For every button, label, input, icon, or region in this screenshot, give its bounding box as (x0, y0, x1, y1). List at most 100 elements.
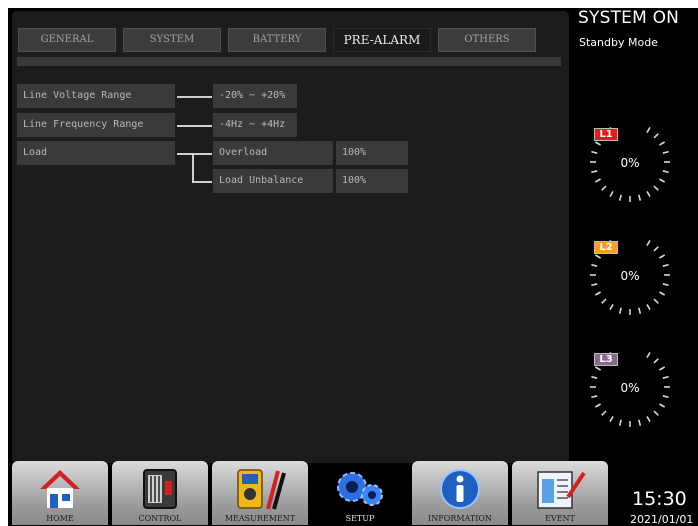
load-unbalance-value[interactable]: 100% (336, 169, 408, 193)
nav-event-label: EVENT (545, 514, 575, 523)
gauge-tick (653, 133, 659, 139)
gauge-tick (618, 194, 622, 201)
gauge-tick (659, 291, 666, 296)
overload-label: Overload (213, 141, 333, 165)
gauge-tick (594, 178, 601, 183)
gauge-tick (659, 254, 666, 259)
gauge-tick (662, 395, 669, 399)
gauge-tick (662, 150, 669, 154)
nav-event-button[interactable]: EVENT (512, 461, 608, 525)
nav-information-label: INFORMATION (428, 514, 492, 523)
load-unbalance-label: Load Unbalance (213, 169, 333, 193)
gauge-l1-badge: L1 (594, 128, 618, 141)
gauge-tick (653, 358, 659, 364)
nav-control-label: CONTROL (138, 514, 182, 523)
connector-line (192, 181, 212, 183)
clock-time: 15:30 (632, 488, 687, 510)
tab-battery[interactable]: BATTERY (228, 28, 326, 52)
gauge-tick (594, 403, 601, 408)
gauge-tick (662, 283, 669, 287)
gauge-tick (646, 191, 651, 198)
line-frequency-range-value[interactable]: -4Hz ~ +4Hz (213, 113, 297, 137)
gauge-tick (662, 170, 669, 174)
ups-screen: GENERAL SYSTEM BATTERY PRE-ALARM OTHERS … (8, 8, 698, 526)
house-icon (40, 470, 80, 508)
nav-home-label: HOME (46, 514, 74, 523)
gauge-tick (609, 304, 614, 311)
gauge-tick (646, 416, 651, 423)
gauge-tick (594, 291, 601, 296)
gauge-tick (594, 366, 601, 371)
gauge-tick (601, 185, 607, 191)
gauge-tick (659, 366, 666, 371)
overload-value[interactable]: 100% (336, 141, 408, 165)
gauge-tick (609, 416, 614, 423)
tab-general[interactable]: GENERAL (18, 28, 116, 52)
gauge-l2-value: 0% (620, 269, 640, 283)
gauge-tick (646, 351, 651, 358)
gauge-tick (618, 307, 622, 314)
gauge-tick (618, 419, 622, 426)
gauge-l1: L1 0% (588, 120, 672, 204)
gauge-tick (601, 298, 607, 304)
gauge-tick (646, 126, 651, 133)
load-label: Load (17, 141, 175, 165)
gauge-tick (609, 191, 614, 198)
gauge-l2: L2 0% (588, 233, 672, 317)
gauge-tick (653, 185, 659, 191)
clock-date: 2021/01/01 (630, 513, 694, 526)
gauge-tick (601, 410, 607, 416)
gears-icon (337, 472, 383, 506)
connector-line (177, 96, 212, 98)
system-mode: Standby Mode (579, 36, 658, 49)
connector-line (177, 153, 212, 155)
connector-line (192, 153, 194, 182)
gauge-tick (653, 246, 659, 252)
gauge-tick (591, 150, 598, 154)
tab-system[interactable]: SYSTEM (123, 28, 221, 52)
line-voltage-range-value[interactable]: -20% ~ +20% (213, 84, 297, 108)
gauge-tick (662, 375, 669, 379)
nav-measurement-label: MEASUREMENT (224, 514, 296, 523)
nav-setup-button[interactable]: SETUP (312, 461, 408, 525)
tab-underline-bar (17, 57, 561, 66)
tab-pre-alarm[interactable]: PRE-ALARM (333, 28, 431, 52)
gauge-tick (653, 298, 659, 304)
nav-control-button[interactable]: CONTROL (112, 461, 208, 525)
nav-information-button[interactable]: INFORMATION (412, 461, 508, 525)
line-frequency-range-label: Line Frequency Range (17, 113, 175, 137)
nav-measurement-button[interactable]: MEASUREMENT (212, 461, 308, 525)
gauge-tick (646, 239, 651, 246)
gauge-l1-value: 0% (620, 156, 640, 170)
tab-others[interactable]: OTHERS (438, 28, 536, 52)
gauge-tick (594, 141, 601, 146)
gauge-tick (591, 263, 598, 267)
gauge-l3: L3 0% (588, 345, 672, 429)
nav-setup-label: SETUP (345, 514, 375, 523)
multimeter-icon (237, 469, 286, 510)
gauge-l2-badge: L2 (594, 241, 618, 254)
gauge-tick (653, 410, 659, 416)
gauge-tick (591, 395, 598, 399)
gauge-tick (646, 304, 651, 311)
gauge-tick (659, 178, 666, 183)
nav-home-button[interactable]: HOME (12, 461, 108, 525)
gauge-tick (591, 170, 598, 174)
gauge-l3-badge: L3 (594, 353, 618, 366)
gauge-tick (591, 375, 598, 379)
line-voltage-range-label: Line Voltage Range (17, 84, 175, 108)
gauge-tick (594, 254, 601, 259)
system-status-title: SYSTEM ON (578, 8, 680, 28)
connector-line (177, 125, 212, 127)
gauge-tick (662, 263, 669, 267)
gauge-tick (659, 403, 666, 408)
gauge-tick (638, 194, 642, 201)
gauge-tick (638, 307, 642, 314)
event-log-icon (537, 471, 586, 509)
gauge-tick (638, 419, 642, 426)
info-icon (440, 469, 480, 509)
control-panel-icon (143, 469, 177, 509)
settings-panel (12, 11, 569, 463)
gauge-tick (591, 283, 598, 287)
gauge-l3-value: 0% (620, 381, 640, 395)
